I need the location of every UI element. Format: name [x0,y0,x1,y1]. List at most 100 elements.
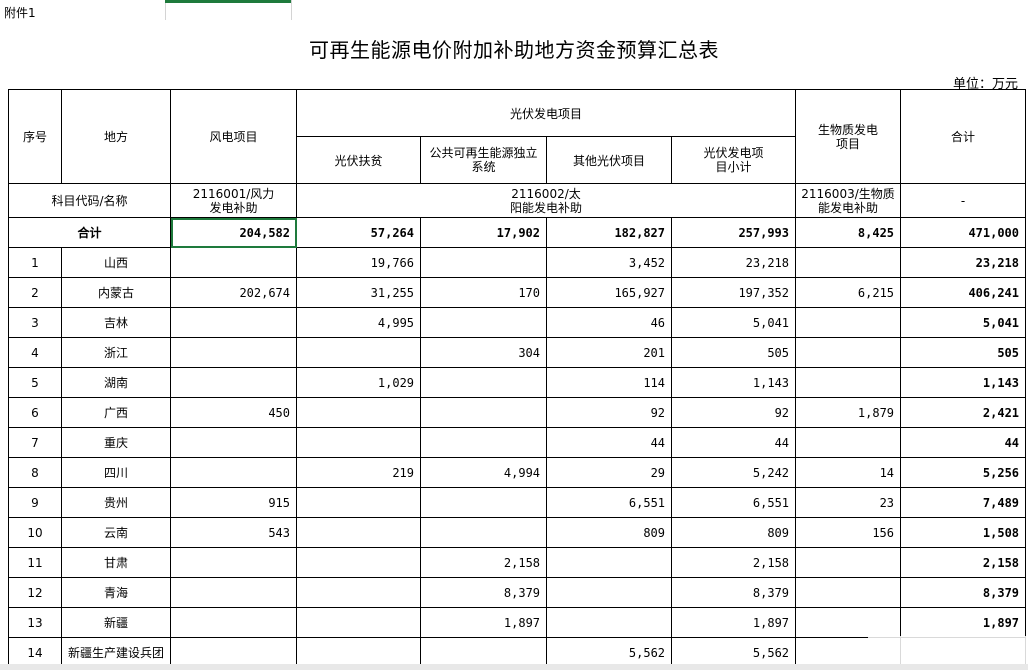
cell-pv-subtotal[interactable]: 505 [671,337,797,368]
cell-seq[interactable]: 2 [8,277,62,308]
cell-seq[interactable]: 12 [8,577,62,608]
cell-pv-subtotal[interactable]: 8,379 [671,577,797,608]
cell-pv-other[interactable]: 165,927 [546,277,673,308]
cell-total[interactable]: 1,897 [900,607,1027,638]
cell-pv-subtotal[interactable]: 23,218 [671,247,797,278]
cell-wind[interactable] [170,637,298,668]
cell-pv-poverty[interactable] [296,637,422,668]
cell-bio[interactable] [795,607,902,638]
cell-pv-other[interactable] [546,607,673,638]
header-pv-group[interactable]: 光伏发电项目 [296,89,797,137]
cell-pv-subtotal[interactable]: 2,158 [671,547,797,578]
cell-bio[interactable] [795,547,902,578]
cell-pv-public[interactable] [420,487,548,518]
cell-pv-poverty[interactable]: 4,995 [296,307,422,338]
code-total[interactable]: - [900,183,1027,218]
code-pv[interactable]: 2116002/太阳能发电补助 [296,183,797,218]
cell-pv-public[interactable]: 170 [420,277,548,308]
cell-pv-other[interactable]: 201 [546,337,673,368]
cell-wind[interactable] [170,577,298,608]
cell-pv-public[interactable]: 4,994 [420,457,548,488]
cell-pv-poverty[interactable]: 219 [296,457,422,488]
cell-seq[interactable]: 4 [8,337,62,368]
cell-region[interactable]: 广西 [60,397,172,428]
cell-pv-poverty[interactable] [296,397,422,428]
sum-bio[interactable]: 8,425 [795,217,902,248]
cell-pv-subtotal[interactable]: 809 [671,517,797,548]
cell-seq[interactable]: 8 [8,457,62,488]
cell-total[interactable]: 406,241 [900,277,1027,308]
cell-pv-other[interactable] [546,577,673,608]
cell-pv-public[interactable]: 1,897 [420,607,548,638]
cell-bio[interactable]: 1,879 [795,397,902,428]
cell-pv-poverty[interactable] [296,487,422,518]
cell-total[interactable]: 23,218 [900,247,1027,278]
cell-pv-other[interactable]: 3,452 [546,247,673,278]
cell-pv-poverty[interactable] [296,337,422,368]
code-wind[interactable]: 2116001/风力发电补助 [170,183,298,218]
cell-wind[interactable]: 202,674 [170,277,298,308]
cell-seq[interactable]: 11 [8,547,62,578]
cell-wind[interactable] [170,337,298,368]
cell-bio[interactable]: 14 [795,457,902,488]
cell-wind[interactable] [170,307,298,338]
cell-seq[interactable]: 6 [8,397,62,428]
cell-wind[interactable] [170,547,298,578]
cell-region[interactable]: 重庆 [60,427,172,458]
sum-pv-poverty[interactable]: 57,264 [296,217,422,248]
cell-bio[interactable]: 23 [795,487,902,518]
cell-seq[interactable]: 14 [8,637,62,668]
cell-total[interactable]: 505 [900,337,1027,368]
cell-pv-poverty[interactable]: 1,029 [296,367,422,398]
cell-total[interactable]: 1,508 [900,517,1027,548]
cell-pv-public[interactable]: 2,158 [420,547,548,578]
cell-pv-public[interactable] [420,247,548,278]
cell-pv-poverty[interactable] [296,547,422,578]
header-seq[interactable]: 序号 [8,89,62,184]
cell-total[interactable]: 5,041 [900,307,1027,338]
cell-pv-poverty[interactable]: 19,766 [296,247,422,278]
cell-bio[interactable] [795,427,902,458]
cell-pv-other[interactable]: 44 [546,427,673,458]
header-bio[interactable]: 生物质发电项目 [795,89,902,184]
cell-seq[interactable]: 13 [8,607,62,638]
cell-wind[interactable] [170,607,298,638]
cell-pv-other[interactable]: 809 [546,517,673,548]
cell-region[interactable]: 湖南 [60,367,172,398]
cell-pv-other[interactable]: 6,551 [546,487,673,518]
cell-pv-subtotal[interactable]: 1,897 [671,607,797,638]
cell-region[interactable]: 新疆生产建设兵团 [60,637,172,668]
cell-total[interactable]: 2,421 [900,397,1027,428]
cell-region[interactable]: 青海 [60,577,172,608]
header-region[interactable]: 地方 [60,89,172,184]
code-bio[interactable]: 2116003/生物质能发电补助 [795,183,902,218]
cell-wind[interactable]: 450 [170,397,298,428]
sheet-scrollbar[interactable] [0,664,1028,670]
cell-pv-poverty[interactable] [296,517,422,548]
cell-pv-subtotal[interactable]: 5,242 [671,457,797,488]
cell-region[interactable]: 吉林 [60,307,172,338]
cell-bio[interactable] [795,367,902,398]
cell-total[interactable]: 1,143 [900,367,1027,398]
header-pv-subtotal[interactable]: 光伏发电项目小计 [671,136,797,184]
cell-pv-public[interactable] [420,397,548,428]
cell-bio[interactable] [795,577,902,608]
header-total[interactable]: 合计 [900,89,1027,184]
cell-region[interactable]: 新疆 [60,607,172,638]
cell-pv-other[interactable]: 92 [546,397,673,428]
cell-pv-poverty[interactable] [296,427,422,458]
sum-pv-subtotal[interactable]: 257,993 [671,217,797,248]
cell-bio[interactable] [795,337,902,368]
cell-pv-subtotal[interactable]: 44 [671,427,797,458]
cell-wind[interactable] [170,247,298,278]
cell-seq[interactable]: 3 [8,307,62,338]
cell-wind[interactable]: 543 [170,517,298,548]
cell-pv-other[interactable]: 29 [546,457,673,488]
cell-wind[interactable] [170,367,298,398]
cell-seq[interactable]: 5 [8,367,62,398]
header-pv-other[interactable]: 其他光伏项目 [546,136,673,184]
cell-bio[interactable] [795,307,902,338]
cell-total[interactable]: 2,158 [900,547,1027,578]
cell-total[interactable]: 44 [900,427,1027,458]
cell-pv-public[interactable] [420,517,548,548]
